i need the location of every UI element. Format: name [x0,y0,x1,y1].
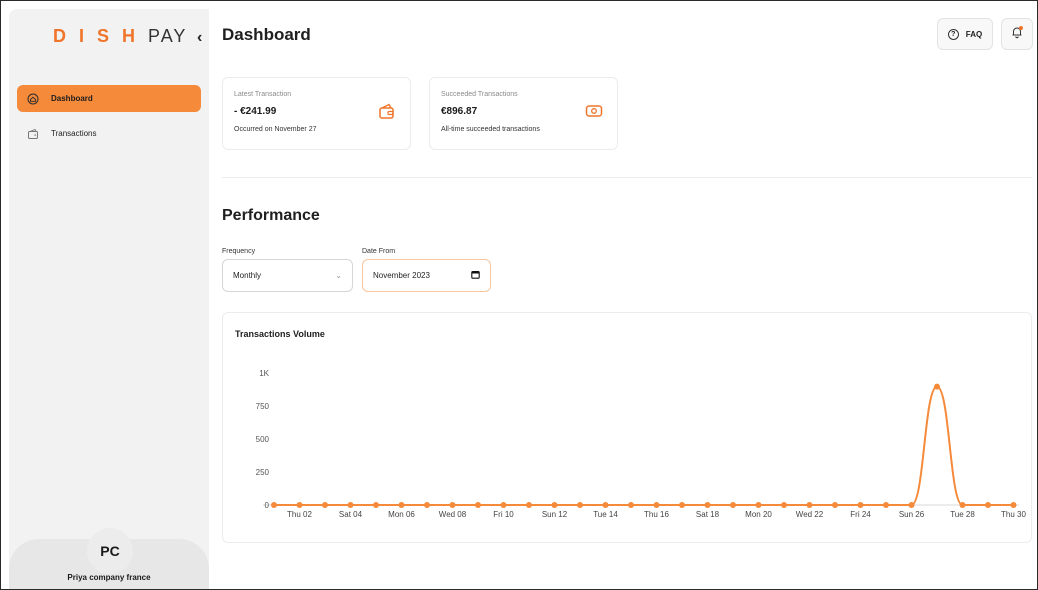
x-tick-label: Sat 18 [696,510,720,519]
logo-mark: D I S H [53,26,140,46]
y-tick-label: 250 [256,468,270,477]
app-window: D I S H PAY ‹ Dashboard Transactions PC … [0,0,1038,590]
sidebar-item-transactions[interactable]: Transactions [17,120,201,147]
x-tick-label: Thu 30 [1001,510,1026,519]
data-point [883,502,889,508]
x-tick-label: Sat 04 [339,510,363,519]
date-from-label: Date From [362,248,396,255]
card-value: - €241.99 [234,106,277,117]
sidebar-item-dashboard[interactable]: Dashboard [17,85,201,112]
x-tick-label: Mon 06 [388,510,415,519]
data-point [526,502,532,508]
x-tick-label: Wed 22 [796,510,824,519]
chevron-left-icon[interactable]: ‹ [197,29,202,47]
data-point [449,502,456,508]
wallet-icon [378,102,396,120]
x-tick-label: Fri 24 [850,510,871,519]
x-tick-label: Tue 14 [593,510,618,519]
data-point [934,383,940,390]
data-point [781,502,787,508]
company-name: Priya company france [67,573,151,582]
card-value: €896.87 [441,106,478,117]
sidebar-item-label: Dashboard [51,94,93,103]
transactions-volume-chart: Transactions Volume 0 250 500 750 1K Thu 02 Sa… [222,312,1032,543]
y-tick-label: 1K [259,369,269,378]
frequency-value: Monthly [233,271,262,280]
data-point [730,502,736,508]
x-tick-label: Mon 20 [745,510,772,519]
page-title: Dashboard [222,25,311,44]
data-point [475,502,481,508]
card-subtext: Occurred on November 27 [234,126,317,133]
data-point [271,502,277,508]
latest-transaction-card: Latest Transaction - €241.99 Occurred on… [222,77,411,150]
section-title: Performance [222,207,320,224]
frequency-select[interactable]: Monthly ⌄ [222,259,353,292]
x-tick-label: Sun 12 [542,510,568,519]
y-tick-label: 750 [256,402,270,411]
chart-plot: 0 250 500 750 1K Thu 02 Sat 04 Mon 06 Wed 08 Fri … [256,369,1027,519]
x-tick-label: Wed 08 [439,510,467,519]
data-point [373,502,379,508]
data-point [551,502,558,508]
cash-icon [585,102,603,120]
data-point [398,502,405,508]
x-tick-label: Tue 28 [950,510,975,519]
card-subtext: All-time succeeded transactions [441,126,540,133]
y-tick-label: 0 [265,501,270,510]
logo: D I S H PAY [53,26,187,47]
data-point [704,502,711,508]
frequency-label: Frequency [222,248,256,255]
data-point [908,502,915,508]
data-point [679,502,685,508]
x-tick-label: Sun 26 [899,510,925,519]
calendar-icon [471,270,480,281]
sidebar: D I S H PAY ‹ Dashboard Transactions PC … [9,9,209,589]
data-point [296,502,303,508]
data-point [985,502,991,508]
x-tick-label: Fri 10 [493,510,514,519]
y-tick-label: 500 [256,435,270,444]
data-point [653,502,660,508]
sidebar-item-label: Transactions [51,129,97,138]
home-icon [27,93,39,105]
data-point [806,502,813,508]
data-point [577,502,583,508]
data-point [832,502,838,508]
data-point [347,502,354,508]
data-point [602,502,609,508]
chevron-down-icon: ⌄ [335,271,342,280]
bell-icon [1010,25,1024,44]
card-label: Latest Transaction [234,91,292,98]
date-value: November 2023 [373,271,430,280]
data-point [322,502,328,508]
date-from-input[interactable]: November 2023 [362,259,491,292]
data-point [628,502,634,508]
succeeded-transactions-card: Succeeded Transactions €896.87 All-time … [429,77,618,150]
x-tick-label: Thu 16 [644,510,669,519]
data-point [500,502,507,508]
question-icon: ? [947,28,959,40]
series-line [273,385,1014,506]
faq-button[interactable]: ? FAQ [937,18,993,50]
x-tick-label: Thu 02 [287,510,312,519]
avatar[interactable]: PC [87,528,133,574]
notifications-button[interactable] [1001,18,1033,50]
data-point [857,502,864,508]
divider [222,177,1032,178]
data-point [959,502,966,508]
logo-text: PAY [148,26,188,46]
faq-label: FAQ [965,29,983,39]
data-point [424,502,430,508]
wallet-icon [27,128,39,140]
data-point [755,502,762,508]
data-point [1010,502,1017,508]
card-label: Succeeded Transactions [441,91,518,98]
